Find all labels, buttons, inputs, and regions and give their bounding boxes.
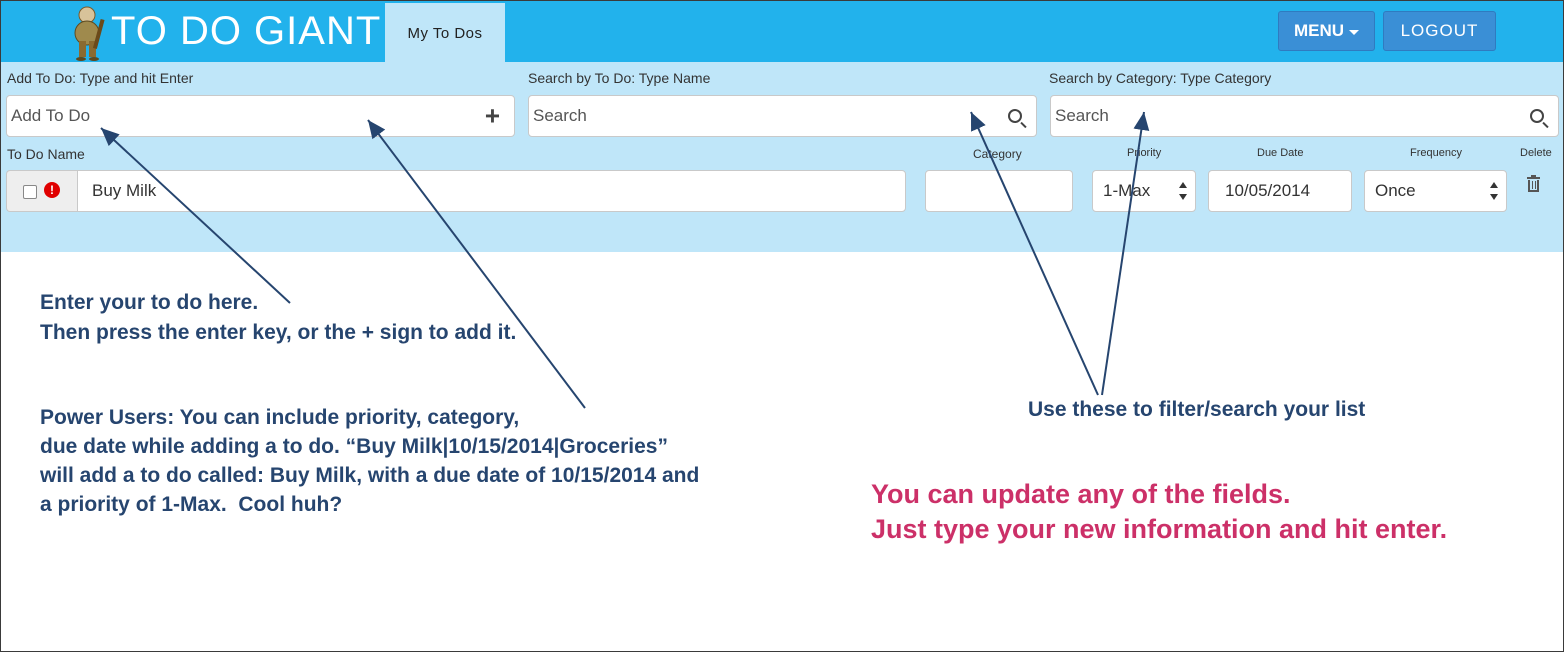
note-update-line2: Just type your new information and hit e… bbox=[871, 514, 1448, 544]
arrow-to-search-category bbox=[1101, 111, 1150, 396]
note-update-line1: You can update any of the fields. bbox=[871, 479, 1291, 509]
note-power-line4: a priority of 1-Max. Cool huh? bbox=[40, 493, 343, 516]
note-power-line2: due date while adding a to do. “Buy Milk… bbox=[40, 435, 668, 458]
note-filter: Use these to filter/search your list bbox=[1028, 398, 1366, 421]
note-power-line1: Power Users: You can include priority, c… bbox=[40, 406, 520, 429]
arrow-to-plus-button bbox=[367, 119, 586, 409]
note-enter-line1: Enter your to do here. bbox=[40, 291, 259, 314]
arrow-to-search-name bbox=[970, 111, 1099, 396]
arrow-to-add-input bbox=[100, 127, 291, 304]
note-enter-line2: Then press the enter key, or the + sign … bbox=[40, 321, 517, 344]
note-power-line3: will add a to do called: Buy Milk, with … bbox=[40, 464, 700, 487]
